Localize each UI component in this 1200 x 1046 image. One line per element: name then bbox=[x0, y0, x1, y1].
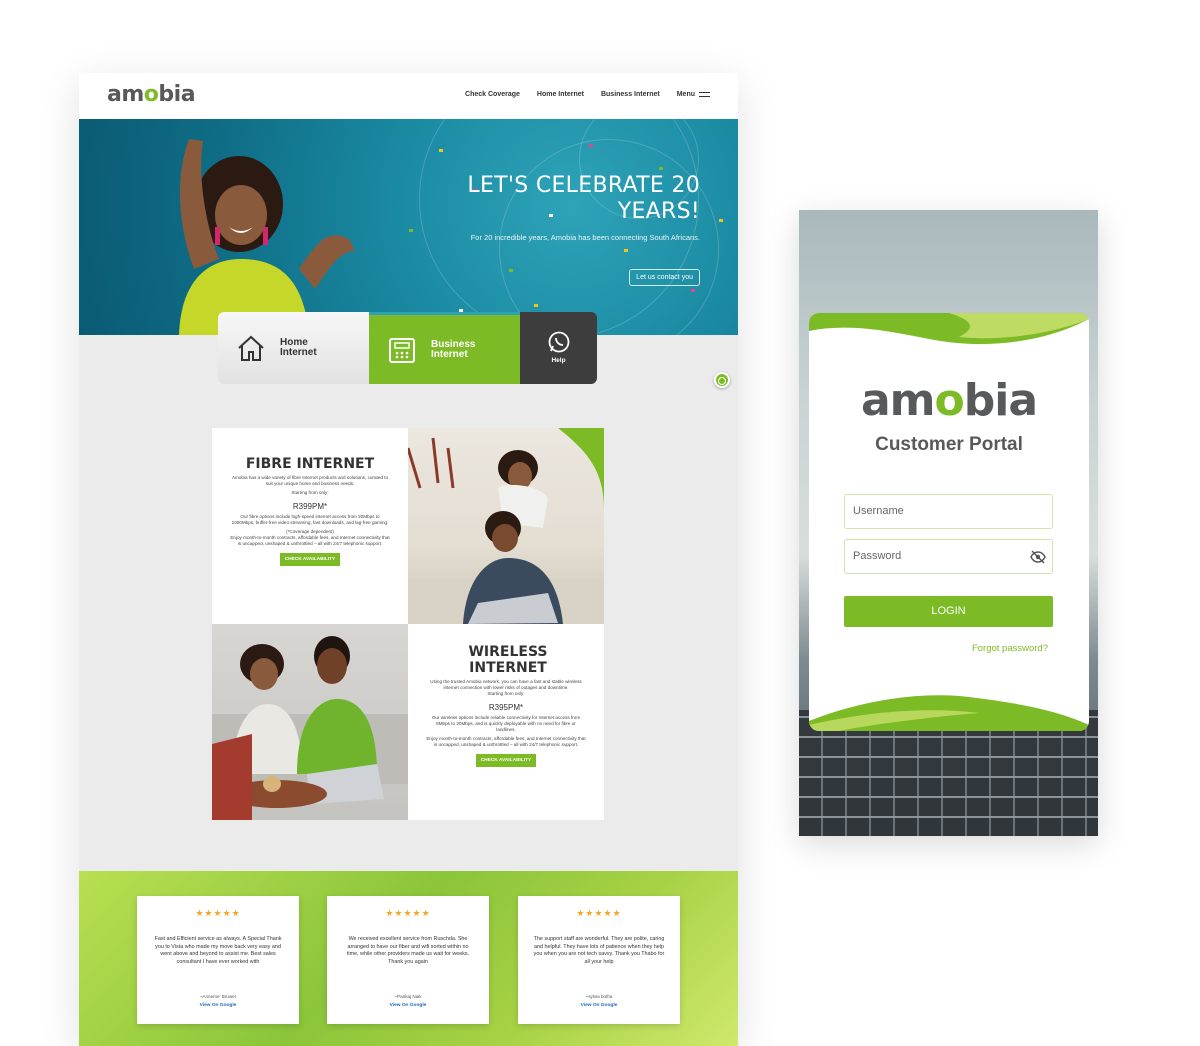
rating-stars: ★★★★★ bbox=[576, 908, 622, 918]
review-text: We received excellent service from Rusch… bbox=[346, 936, 470, 965]
login-card: amobia Customer Portal LOGIN Forgot pass… bbox=[809, 313, 1089, 731]
wireless-detail-b: Enjoy month-to-month contracts, affordab… bbox=[426, 736, 586, 747]
nav-business-internet[interactable]: Business Internet bbox=[601, 91, 660, 98]
fibre-panel: FIBRE INTERNET Amobia has a wide variety… bbox=[212, 428, 408, 624]
review-card: ★★★★★ The support staff are wonderful. T… bbox=[518, 896, 680, 1024]
review-text: Fast and Efficient service as always. A … bbox=[154, 936, 282, 965]
wireless-detail-a: Our wireless options include reliable co… bbox=[431, 715, 581, 732]
confetti bbox=[624, 249, 628, 252]
view-on-google-link[interactable]: View On Google bbox=[341, 1003, 475, 1008]
nav-menu-label: Menu bbox=[676, 91, 695, 98]
celebrating-woman-photo bbox=[179, 139, 355, 335]
portal-subtitle: Customer Portal bbox=[875, 434, 1023, 455]
tile-business-internet[interactable]: Business Internet bbox=[369, 312, 520, 384]
confetti bbox=[534, 304, 538, 307]
username-input[interactable] bbox=[853, 505, 1023, 517]
review-author: ~sylvia botha bbox=[585, 994, 613, 999]
forgot-password-link[interactable]: Forgot password? bbox=[972, 643, 1048, 654]
contact-button[interactable]: Let us contact you bbox=[629, 269, 700, 286]
whatsapp-icon bbox=[718, 377, 726, 385]
wireless-check-availability-button[interactable]: CHECK AVAILABILITY bbox=[475, 754, 537, 767]
reviews-section: ★★★★★ Fast and Efficient service as alwa… bbox=[79, 871, 738, 1046]
main-nav: Check Coverage Home Internet Business In… bbox=[465, 91, 710, 98]
family-laptop-photo bbox=[212, 636, 408, 820]
fibre-desc: Amobia has a wide variety of fibre Inter… bbox=[231, 475, 389, 486]
fibre-price: R399PM* bbox=[292, 502, 328, 511]
wireless-desc: Using the trusted Amobia network, you ca… bbox=[430, 679, 582, 690]
hero-subtitle: For 20 incredible years, Amobia has been… bbox=[470, 233, 700, 242]
logo-text-o: o bbox=[934, 375, 965, 426]
fax-icon bbox=[389, 337, 415, 363]
nav-home-internet[interactable]: Home Internet bbox=[537, 91, 584, 98]
login-button[interactable]: LOGIN bbox=[844, 596, 1053, 627]
hero-banner: LET'S CELEBRATE 20 YEARS! For 20 incredi… bbox=[79, 119, 738, 335]
logo-text-b: bia bbox=[158, 82, 196, 107]
password-input[interactable] bbox=[853, 550, 1023, 562]
wireless-starting: Starting from only: bbox=[487, 691, 525, 696]
rating-stars: ★★★★★ bbox=[195, 908, 241, 918]
review-card: ★★★★★ Fast and Efficient service as alwa… bbox=[137, 896, 299, 1024]
confetti bbox=[589, 144, 593, 147]
logo-text-a: am bbox=[860, 375, 936, 426]
confetti bbox=[409, 229, 413, 232]
rating-stars: ★★★★★ bbox=[385, 908, 431, 918]
fibre-starting: Starting from only: bbox=[291, 490, 329, 495]
wireless-price: R395PM* bbox=[488, 703, 524, 712]
products-grid: FIBRE INTERNET Amobia has a wide variety… bbox=[212, 428, 604, 820]
password-field[interactable] bbox=[844, 539, 1053, 574]
whatsapp-float-button[interactable] bbox=[714, 372, 730, 388]
fibre-detail-a: Our fibre options include high-speed int… bbox=[231, 514, 389, 525]
wireless-photo bbox=[212, 624, 408, 820]
card-top-wave bbox=[809, 313, 1089, 345]
father-child-laptop-photo bbox=[408, 428, 604, 624]
eye-off-icon[interactable] bbox=[1030, 550, 1046, 564]
mockup-stage: amobia Check Coverage Home Internet Busi… bbox=[0, 0, 1200, 1046]
confetti bbox=[719, 219, 723, 222]
quick-tiles: Home Internet Business Internet Help bbox=[218, 312, 597, 384]
wireless-panel: WIRELESS INTERNET Using the trusted Amob… bbox=[408, 624, 604, 820]
view-on-google-link[interactable]: View On Google bbox=[532, 1003, 666, 1008]
review-author: ~Anneme' Bruwer bbox=[199, 994, 237, 999]
hero-title: LET'S CELEBRATE 20 YEARS! bbox=[467, 173, 700, 224]
house-icon bbox=[238, 335, 264, 361]
fibre-photo bbox=[408, 428, 604, 624]
site-header: amobia Check Coverage Home Internet Busi… bbox=[79, 73, 738, 119]
wireless-title: WIRELESS INTERNET bbox=[468, 644, 548, 676]
logo-text-o: o bbox=[143, 82, 159, 107]
tile-help[interactable]: Help bbox=[520, 312, 597, 384]
review-author: ~Pankaj Naik bbox=[394, 994, 422, 999]
tile-home-label: Home Internet bbox=[280, 337, 317, 358]
nav-check-coverage[interactable]: Check Coverage bbox=[465, 91, 520, 98]
fibre-check-availability-button[interactable]: CHECK AVAILABILITY bbox=[279, 553, 341, 566]
nav-menu[interactable]: Menu bbox=[677, 91, 710, 98]
tile-business-label: Business Internet bbox=[431, 338, 476, 360]
card-bottom-wave bbox=[809, 695, 1089, 731]
tile-home-internet[interactable]: Home Internet bbox=[218, 312, 369, 384]
site-logo[interactable]: amobia bbox=[107, 82, 196, 107]
confetti bbox=[509, 269, 513, 272]
confetti bbox=[691, 289, 695, 292]
logo-text-b: bia bbox=[963, 375, 1038, 426]
fibre-title: FIBRE INTERNET bbox=[245, 456, 375, 472]
website-mockup: amobia Check Coverage Home Internet Busi… bbox=[79, 73, 738, 1046]
confetti bbox=[659, 167, 663, 170]
confetti bbox=[439, 149, 443, 152]
username-field[interactable] bbox=[844, 494, 1053, 529]
customer-portal-mockup: amobia Customer Portal LOGIN Forgot pass… bbox=[799, 210, 1098, 836]
logo-text-a: am bbox=[107, 82, 144, 107]
view-on-google-link[interactable]: View On Google bbox=[151, 1003, 285, 1008]
review-text: The support staff are wonderful. They ar… bbox=[533, 936, 665, 965]
portal-logo: amobia bbox=[809, 375, 1089, 426]
review-card: ★★★★★ We received excellent service from… bbox=[327, 896, 489, 1024]
whatsapp-icon bbox=[548, 331, 569, 353]
fibre-detail-b: Enjoy month-to-month contracts, affordab… bbox=[230, 535, 390, 546]
menu-icon bbox=[699, 91, 710, 97]
tile-help-label: Help bbox=[551, 357, 566, 364]
